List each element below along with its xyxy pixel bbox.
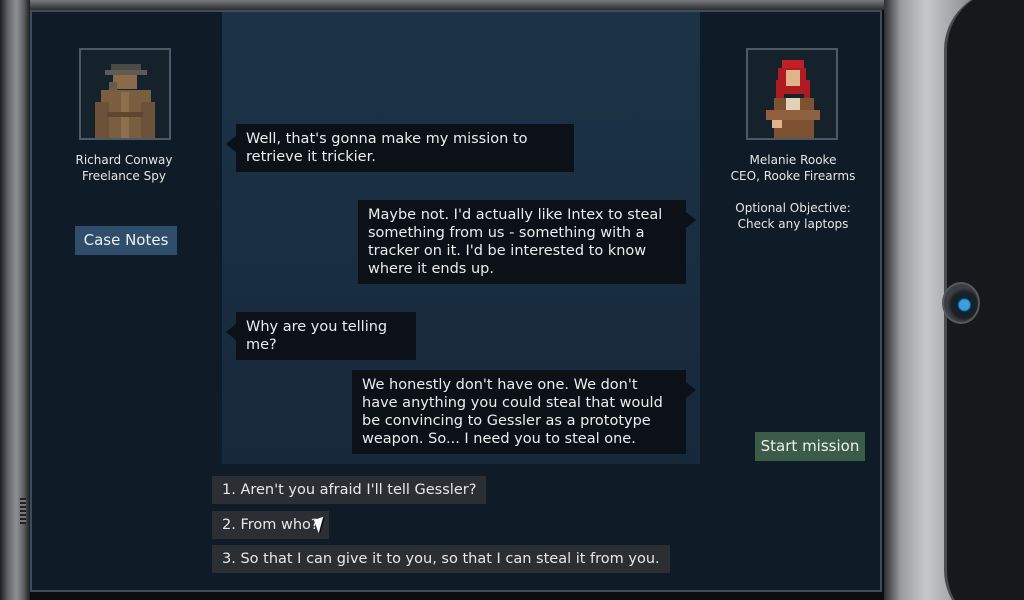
dialogue-bubble-right: We honestly don't have one. We don't hav… — [352, 370, 696, 454]
left-character-name: Richard Conway — [75, 153, 173, 167]
objective-label: Optional Objective: — [735, 201, 851, 215]
dial-knob-icon — [942, 282, 980, 324]
trenchcoat-spy-portrait-icon — [79, 48, 171, 140]
grip-icon — [20, 498, 26, 524]
right-character-caption: Melanie Rooke CEO, Rooke Firearms — [703, 152, 883, 184]
game-screen: Richard Conway Freelance Spy Case Notes … — [0, 0, 1024, 600]
dialogue-bubble-left: Why are you telling me? — [226, 312, 416, 360]
dialogue-panel: Richard Conway Freelance Spy Case Notes … — [30, 10, 882, 592]
left-frame — [0, 0, 30, 600]
right-frame — [884, 0, 1024, 600]
top-frame — [0, 0, 950, 10]
dialogue-bubble-right: Maybe not. I'd actually like Intex to st… — [358, 200, 696, 284]
left-character-title: Freelance Spy — [82, 169, 166, 183]
response-option[interactable]: 2. From who? — [212, 511, 329, 539]
response-option[interactable]: 3. So that I can give it to you, so that… — [212, 545, 670, 573]
left-character-caption: Richard Conway Freelance Spy — [34, 152, 214, 184]
response-option[interactable]: 1. Aren't you afraid I'll tell Gessler? — [212, 476, 487, 504]
objective-text: Check any laptops — [737, 217, 849, 231]
dialogue-bubble-left: Well, that's gonna make my mission to re… — [226, 124, 574, 172]
right-character-name: Melanie Rooke — [749, 153, 837, 167]
optional-objective: Optional Objective: Check any laptops — [703, 200, 883, 232]
red-haired-ceo-portrait-icon — [746, 48, 838, 140]
right-character-title: CEO, Rooke Firearms — [730, 169, 856, 183]
start-mission-button[interactable]: Start mission — [755, 432, 865, 461]
case-notes-button[interactable]: Case Notes — [75, 226, 177, 255]
